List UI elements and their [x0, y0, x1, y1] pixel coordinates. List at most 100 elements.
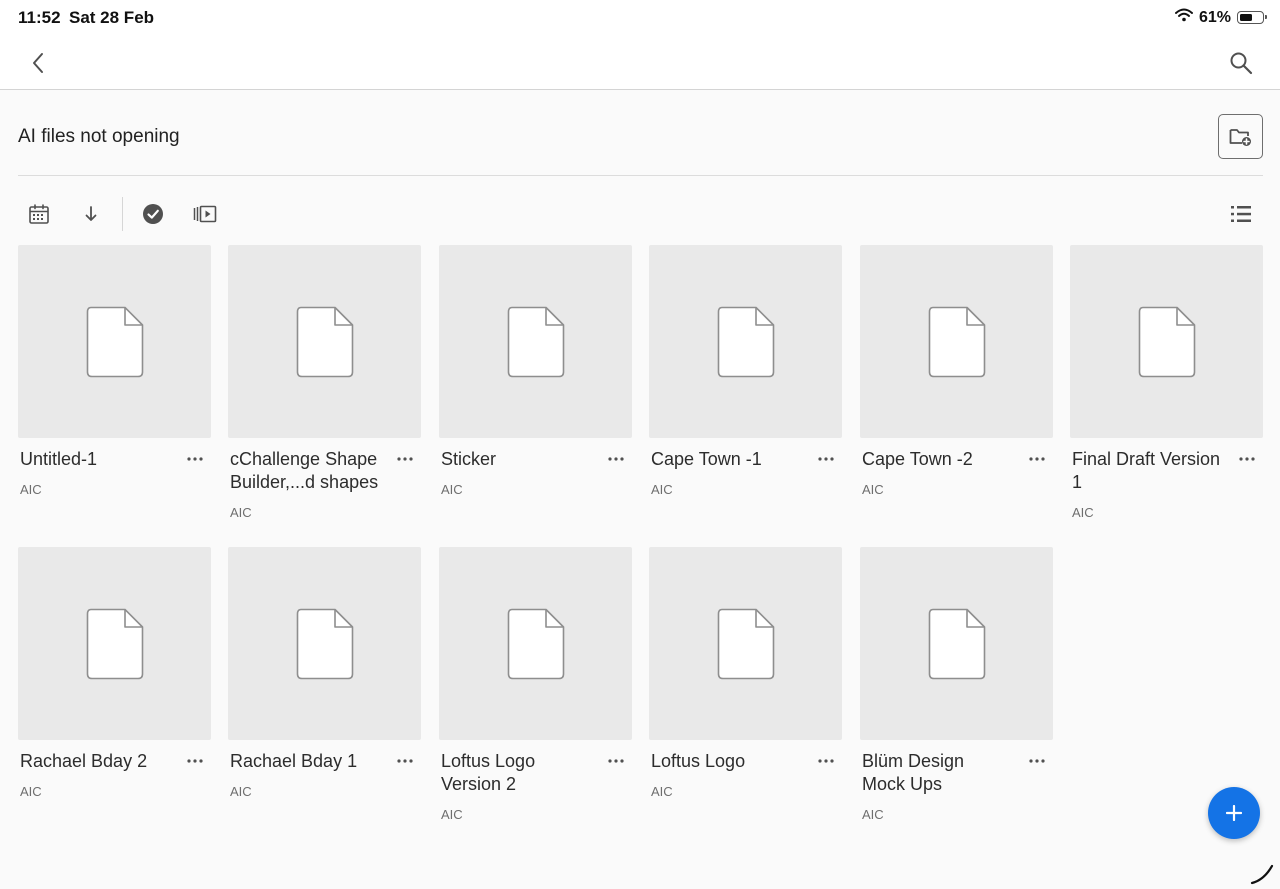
file-icon — [296, 306, 353, 377]
more-horizontal-icon — [818, 759, 834, 763]
file-card[interactable]: Loftus Logo Version 2 AIC — [439, 547, 632, 822]
file-name: Loftus Logo — [651, 751, 746, 771]
file-icon — [928, 608, 985, 679]
more-options-button[interactable] — [605, 751, 627, 771]
select-button[interactable] — [138, 199, 168, 229]
status-bar: 11:52 Sat 28 Feb 61% — [0, 0, 1280, 36]
file-name: cChallenge Shape Builder,...d shapes — [230, 449, 379, 492]
file-type: AIC — [651, 482, 673, 497]
status-date: Sat 28 Feb — [69, 8, 155, 27]
search-button[interactable] — [1226, 48, 1256, 78]
more-horizontal-icon — [1239, 457, 1255, 461]
file-thumbnail[interactable] — [439, 245, 632, 438]
plus-icon — [1226, 805, 1242, 821]
more-horizontal-icon — [187, 759, 203, 763]
file-type: AIC — [441, 807, 463, 822]
search-icon — [1230, 52, 1253, 75]
file-thumbnail[interactable] — [860, 547, 1053, 740]
list-view-icon — [1231, 206, 1251, 222]
file-type: AIC — [862, 482, 884, 497]
file-name: Loftus Logo Version 2 — [441, 751, 536, 794]
file-thumbnail[interactable] — [228, 245, 421, 438]
file-type: AIC — [20, 482, 42, 497]
file-card[interactable]: Untitled-1 AIC — [18, 245, 211, 497]
status-time: 11:52 — [18, 8, 61, 27]
more-options-button[interactable] — [184, 751, 206, 771]
battery-level — [1239, 13, 1253, 21]
more-options-button[interactable] — [394, 751, 416, 771]
file-icon — [296, 608, 353, 679]
file-type: AIC — [651, 784, 673, 799]
more-options-button[interactable] — [605, 449, 627, 469]
file-thumbnail[interactable] — [18, 547, 211, 740]
more-options-button[interactable] — [1026, 751, 1048, 771]
more-options-button[interactable] — [184, 449, 206, 469]
file-card[interactable]: Final Draft Version 1 AIC — [1070, 245, 1263, 520]
file-card[interactable]: Cape Town -2 AIC — [860, 245, 1053, 497]
more-horizontal-icon — [397, 759, 413, 763]
file-name: Cape Town -1 — [651, 449, 762, 469]
file-name: Cape Town -2 — [862, 449, 973, 469]
sort-by-date-button[interactable] — [24, 199, 54, 229]
toolbar — [18, 197, 1263, 231]
file-card[interactable]: Loftus Logo AIC — [649, 547, 842, 799]
file-icon — [86, 306, 143, 377]
file-type: AIC — [230, 784, 252, 799]
create-button[interactable] — [1208, 787, 1260, 839]
file-card[interactable]: Cape Town -1 AIC — [649, 245, 842, 497]
file-icon — [717, 306, 774, 377]
more-options-button[interactable] — [394, 449, 416, 469]
file-type: AIC — [441, 482, 463, 497]
slideshow-icon — [193, 205, 217, 223]
file-name: Sticker — [441, 449, 497, 469]
file-name: Untitled-1 — [20, 449, 98, 469]
battery-tip — [1265, 15, 1267, 19]
list-view-button[interactable] — [1226, 199, 1256, 229]
file-card[interactable]: Rachael Bday 2 AIC — [18, 547, 211, 799]
more-horizontal-icon — [608, 457, 624, 461]
battery-icon — [1237, 11, 1267, 24]
file-thumbnail[interactable] — [1070, 245, 1263, 438]
wifi-icon — [1174, 8, 1193, 27]
file-thumbnail[interactable] — [439, 547, 632, 740]
file-icon — [86, 608, 143, 679]
more-options-button[interactable] — [1026, 449, 1048, 469]
file-thumbnail[interactable] — [649, 547, 842, 740]
file-icon — [507, 306, 564, 377]
sort-direction-button[interactable] — [76, 199, 106, 229]
file-thumbnail[interactable] — [860, 245, 1053, 438]
file-type: AIC — [862, 807, 884, 822]
file-card[interactable]: Rachael Bday 1 AIC — [228, 547, 421, 799]
slideshow-button[interactable] — [190, 199, 220, 229]
more-options-button[interactable] — [1236, 449, 1258, 469]
file-card[interactable]: cChallenge Shape Builder,...d shapes AIC — [228, 245, 421, 520]
more-options-button[interactable] — [815, 449, 837, 469]
back-button[interactable] — [24, 48, 52, 78]
file-card[interactable]: Blüm Design Mock Ups AIC — [860, 547, 1053, 822]
toolbar-divider — [122, 197, 123, 231]
battery-percentage: 61% — [1198, 8, 1231, 26]
file-thumbnail[interactable] — [18, 245, 211, 438]
loading-spinner-icon — [1250, 864, 1274, 885]
more-horizontal-icon — [1029, 457, 1045, 461]
file-thumbnail[interactable] — [228, 547, 421, 740]
more-horizontal-icon — [397, 457, 413, 461]
file-name: Blüm Design Mock Ups — [862, 751, 965, 794]
more-horizontal-icon — [1029, 759, 1045, 763]
file-type: AIC — [20, 784, 42, 799]
file-icon — [1138, 306, 1195, 377]
file-card[interactable]: Sticker AIC — [439, 245, 632, 497]
status-indicators: 61% — [1174, 8, 1267, 27]
new-folder-button[interactable] — [1218, 114, 1263, 159]
file-name: Rachael Bday 1 — [230, 751, 358, 771]
file-thumbnail[interactable] — [649, 245, 842, 438]
more-horizontal-icon — [187, 457, 203, 461]
file-name: Rachael Bday 2 — [20, 751, 148, 771]
page-title: AI files not opening — [18, 126, 180, 147]
header-divider — [18, 175, 1263, 176]
more-options-button[interactable] — [815, 751, 837, 771]
file-icon — [507, 608, 564, 679]
select-check-icon — [143, 204, 163, 224]
folder-add-icon — [1229, 128, 1251, 146]
more-horizontal-icon — [818, 457, 834, 461]
